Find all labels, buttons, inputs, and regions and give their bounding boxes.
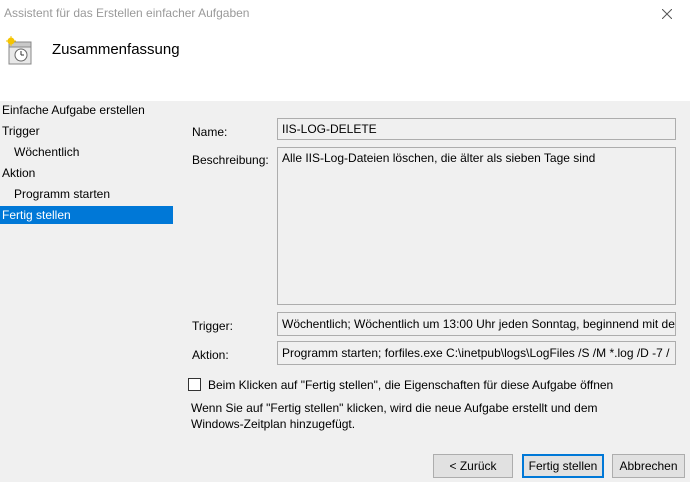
- name-field[interactable]: IIS-LOG-DELETE: [277, 118, 676, 140]
- step-weekly: Wöchentlich: [14, 145, 80, 159]
- wizard-header: Zusammenfassung: [0, 28, 690, 100]
- step-trigger: Trigger: [2, 124, 40, 138]
- open-properties-checkbox[interactable]: [188, 378, 201, 391]
- back-button[interactable]: < Zurück: [433, 454, 513, 478]
- name-label: Name:: [192, 125, 228, 139]
- description-field[interactable]: Alle IIS-Log-Dateien löschen, die älter …: [277, 147, 676, 305]
- step-action: Aktion: [2, 166, 36, 180]
- title-bar: Assistent für das Erstellen einfacher Au…: [0, 0, 690, 28]
- step-create-task: Einfache Aufgabe erstellen: [2, 103, 145, 117]
- action-label: Aktion:: [192, 348, 229, 362]
- info-line-2: Windows-Zeitplan hinzugefügt.: [191, 417, 356, 431]
- finish-button[interactable]: Fertig stellen: [522, 454, 604, 478]
- wizard-steps-sidebar: Einfache Aufgabe erstellen Trigger Wöche…: [0, 101, 180, 482]
- close-icon: [662, 9, 672, 19]
- trigger-label: Trigger:: [192, 319, 233, 333]
- page-title: Zusammenfassung: [52, 41, 180, 58]
- trigger-field[interactable]: Wöchentlich; Wöchentlich um 13:00 Uhr je…: [277, 312, 676, 336]
- task-scheduler-icon: [6, 36, 32, 65]
- action-field[interactable]: Programm starten; forfiles.exe C:\inetpu…: [277, 341, 676, 365]
- step-start-program: Programm starten: [14, 187, 111, 201]
- window-title: Assistent für das Erstellen einfacher Au…: [4, 6, 250, 20]
- info-text: Wenn Sie auf "Fertig stellen" klicken, w…: [191, 400, 611, 432]
- open-properties-label[interactable]: Beim Klicken auf "Fertig stellen", die E…: [208, 378, 613, 392]
- cancel-button[interactable]: Abbrechen: [612, 454, 685, 478]
- description-label: Beschreibung:: [192, 153, 269, 167]
- summary-panel: Name: IIS-LOG-DELETE Beschreibung: Alle …: [180, 101, 690, 482]
- close-button[interactable]: [644, 0, 690, 28]
- info-line-1: Wenn Sie auf "Fertig stellen" klicken, w…: [191, 401, 598, 415]
- step-finish: Fertig stellen: [0, 206, 173, 224]
